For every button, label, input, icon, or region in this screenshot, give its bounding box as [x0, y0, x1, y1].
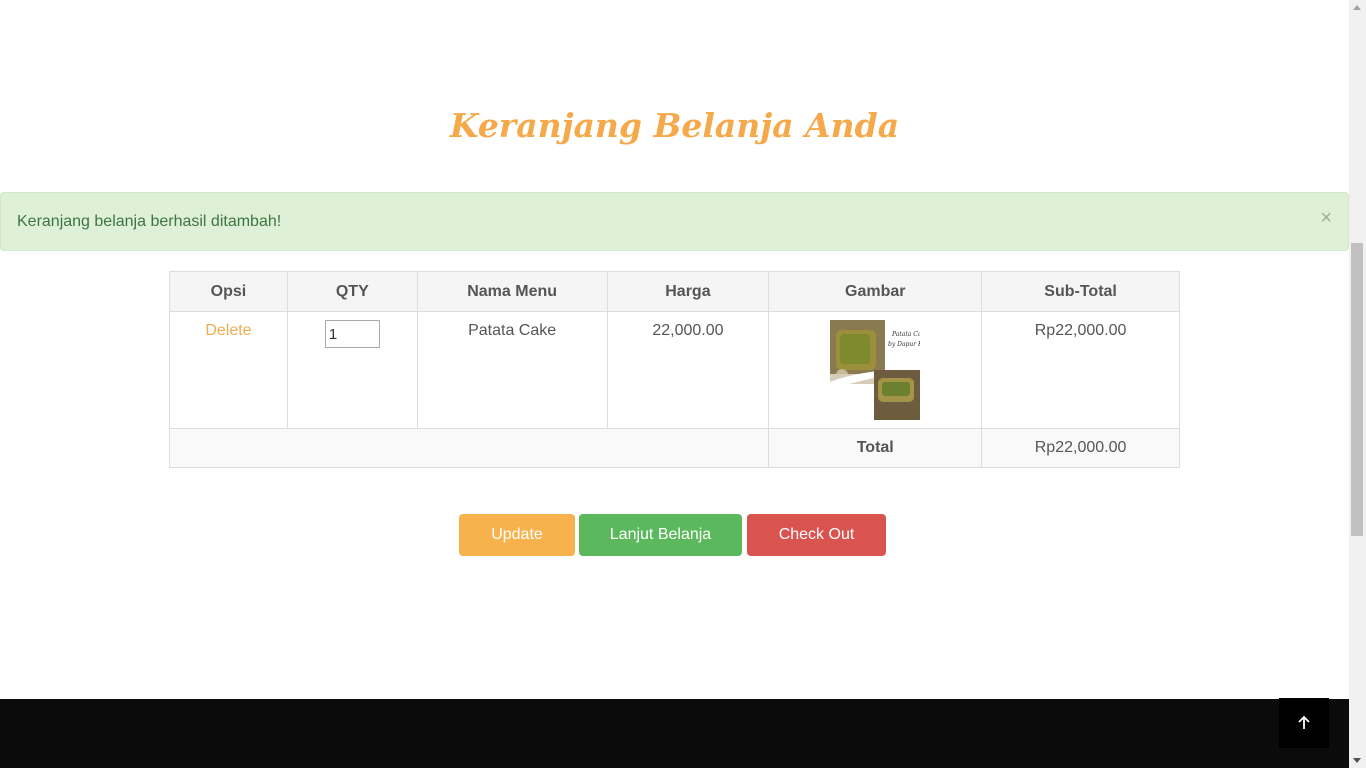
update-button[interactable]: Update [459, 514, 575, 556]
header-menu-name: Nama Menu [416, 271, 608, 312]
footer [0, 699, 1349, 768]
product-photo: Patata Cake by Dapur Kiyo [830, 320, 932, 420]
cart-table: Opsi QTY Nama Menu Harga Gambar Sub-Tota… [168, 271, 1180, 468]
subtotal-cell: Rp22,000.00 [981, 311, 1180, 429]
vertical-scrollbar[interactable] [1349, 0, 1366, 768]
success-alert: Keranjang belanja berhasil ditambah! × [0, 192, 1349, 251]
total-spacer [168, 428, 770, 468]
product-image: Patata Cake by Dapur Kiyo [830, 320, 932, 420]
cart-actions: Update Lanjut Belanja Check Out [459, 514, 886, 556]
close-icon[interactable]: × [1320, 208, 1332, 228]
scroll-down-icon[interactable] [1353, 758, 1361, 763]
total-label: Total [768, 428, 983, 468]
header-price: Harga [606, 271, 770, 312]
menu-name-cell: Patata Cake [416, 311, 608, 429]
page: Keranjang Belanja Anda Keranjang belanja… [0, 0, 1349, 768]
scrollbar-thumb[interactable] [1351, 243, 1363, 536]
header-qty: QTY [286, 271, 418, 312]
header-image: Gambar [768, 271, 983, 312]
header-option: Opsi [169, 271, 288, 312]
checkout-button[interactable]: Check Out [747, 514, 886, 556]
svg-text:Patata Cake: Patata Cake [891, 331, 920, 338]
svg-text:by Dapur Kiyo: by Dapur Kiyo [888, 341, 920, 348]
arrow-up-icon [1298, 715, 1310, 729]
page-title: Keranjang Belanja Anda [449, 106, 900, 145]
price-cell: 22,000.00 [606, 311, 770, 429]
alert-message: Keranjang belanja berhasil ditambah! [17, 213, 282, 230]
continue-shopping-button[interactable]: Lanjut Belanja [579, 514, 742, 556]
table-row: Delete Patata Cake 22,000.00 [169, 311, 1180, 429]
qty-input[interactable] [324, 320, 380, 348]
image-cell: Patata Cake by Dapur Kiyo [768, 311, 983, 429]
header-subtotal: Sub-Total [981, 271, 1180, 312]
qty-cell [286, 311, 418, 429]
total-value: Rp22,000.00 [981, 428, 1180, 468]
delete-link[interactable]: Delete [205, 322, 251, 339]
scroll-up-icon[interactable] [1353, 5, 1361, 10]
table-header-row: Opsi QTY Nama Menu Harga Gambar Sub-Tota… [169, 271, 1180, 312]
back-to-top-button[interactable] [1279, 698, 1329, 748]
total-row: Total Rp22,000.00 [168, 428, 1180, 468]
option-cell: Delete [169, 311, 288, 429]
